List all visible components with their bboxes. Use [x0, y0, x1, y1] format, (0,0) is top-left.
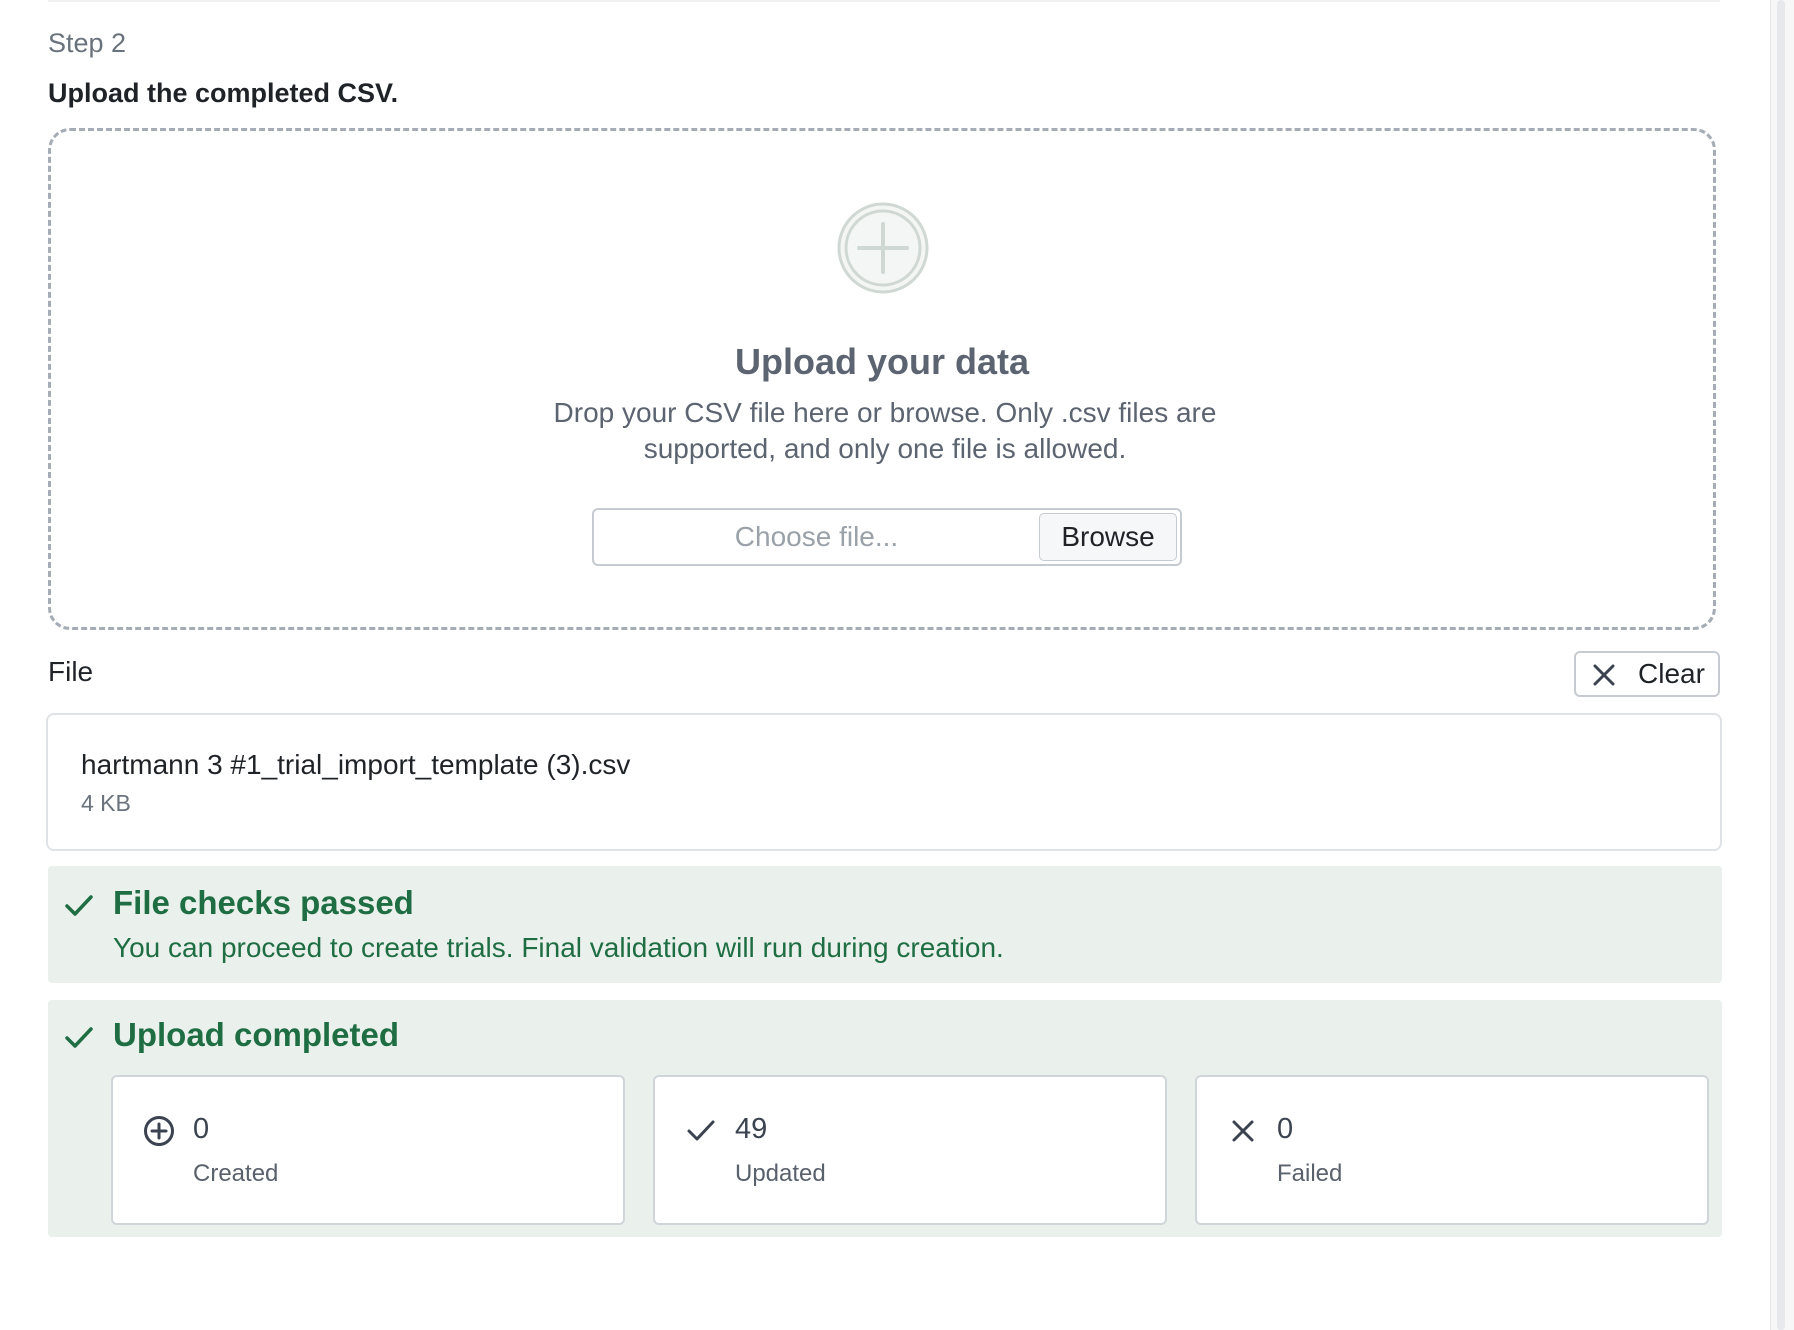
file-section-label: File — [48, 656, 94, 687]
file-checks-description: You can proceed to create trials. Final … — [113, 932, 1004, 963]
plus-circle-icon — [837, 202, 929, 294]
stat-value-failed: 0 — [1277, 1113, 1294, 1145]
dropzone-description: Drop your CSV file here or browse. Only … — [553, 397, 1217, 464]
check-icon — [65, 895, 93, 916]
stat-value-updated: 49 — [735, 1113, 768, 1145]
file-checks-title: File checks passed — [113, 884, 414, 921]
upload-completed-banner: Upload completed 0 Created 49 Updated 0 … — [48, 1000, 1722, 1237]
scrollbar-thumb[interactable] — [1777, 0, 1785, 1330]
csv-dropzone[interactable]: Upload your data Drop your CSV file here… — [48, 128, 1716, 630]
plus-circle-icon — [144, 1116, 174, 1146]
check-icon — [65, 1027, 93, 1048]
browse-button[interactable]: Browse — [1039, 513, 1177, 561]
check-icon — [687, 1120, 715, 1141]
stat-label-created: Created — [193, 1160, 279, 1187]
uploaded-file-card: hartmann 3 #1_trial_import_template (3).… — [46, 713, 1722, 851]
stat-card-failed: 0 Failed — [1195, 1075, 1709, 1225]
x-icon — [1232, 1120, 1254, 1142]
page-scrollbar[interactable] — [1770, 0, 1794, 1330]
close-icon — [1593, 664, 1615, 686]
file-name: hartmann 3 #1_trial_import_template (3).… — [81, 749, 631, 780]
file-input-placeholder[interactable]: Choose file... — [594, 510, 1039, 564]
file-checks-banner: File checks passed You can proceed to cr… — [48, 866, 1722, 983]
file-size: 4 KB — [81, 790, 131, 816]
stat-value-created: 0 — [193, 1113, 210, 1145]
file-input[interactable]: Choose file... Browse — [592, 508, 1182, 566]
dropzone-title: Upload your data — [734, 341, 1030, 382]
step-label: Step 2 — [48, 28, 127, 58]
upload-completed-title: Upload completed — [113, 1016, 400, 1053]
clear-button-label[interactable]: Clear — [1638, 653, 1705, 695]
clear-button[interactable]: Clear — [1574, 651, 1720, 697]
stat-label-failed: Failed — [1277, 1160, 1343, 1187]
stat-card-created: 0 Created — [111, 1075, 625, 1225]
stat-label-updated: Updated — [735, 1160, 826, 1187]
top-divider — [48, 0, 1720, 2]
step-heading: Upload the completed CSV. — [48, 78, 399, 108]
stat-card-updated: 49 Updated — [653, 1075, 1167, 1225]
